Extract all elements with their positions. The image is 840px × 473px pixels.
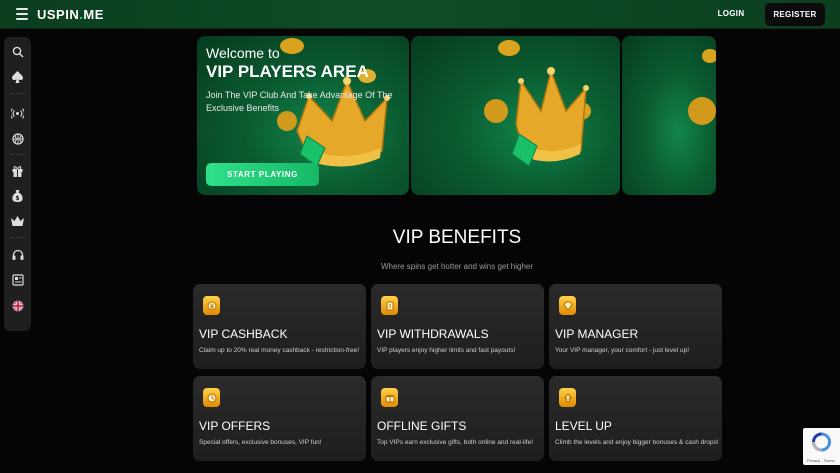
- register-button[interactable]: REGISTER: [765, 3, 825, 26]
- sports-ball-icon[interactable]: [7, 128, 28, 149]
- promo-banner-crown: [411, 36, 620, 195]
- spade-icon[interactable]: [7, 66, 28, 87]
- benefit-title: VIP CASHBACK: [199, 327, 288, 341]
- benefit-card-level-up[interactable]: LEVEL UP Climb the levels and enjoy bigg…: [549, 376, 722, 461]
- coin-illustration: [688, 49, 716, 125]
- live-broadcast-icon[interactable]: [7, 103, 28, 124]
- gift-icon[interactable]: [7, 160, 28, 181]
- sidebar-divider: [10, 93, 25, 94]
- benefit-description: Your VIP manager, your comfort - just le…: [555, 347, 690, 354]
- svg-text:$: $: [209, 303, 213, 310]
- diamond-icon: [559, 296, 576, 315]
- benefit-card-manager[interactable]: VIP MANAGER Your VIP manager, your comfo…: [549, 284, 722, 369]
- banner-title: VIP PLAYERS AREA: [206, 62, 369, 81]
- benefit-title: VIP OFFERS: [199, 419, 271, 433]
- benefit-card-gifts[interactable]: OFFLINE GIFTS Top VIPs earn exclusive gi…: [371, 376, 544, 461]
- section-title: VIP BENEFITS: [392, 227, 522, 248]
- benefit-description: Top VIPs earn exclusive gifts, both onli…: [377, 439, 534, 446]
- news-icon[interactable]: [7, 269, 28, 290]
- search-icon[interactable]: [7, 41, 28, 62]
- benefit-description: Climb the levels and enjoy bigger bonuse…: [555, 439, 719, 446]
- recaptcha-badge[interactable]: Privacy - Terms: [803, 428, 840, 465]
- benefit-card-offers[interactable]: VIP OFFERS Special offers, exclusive bon…: [193, 376, 366, 461]
- benefit-title: VIP MANAGER: [555, 327, 639, 341]
- promo-banner-partial: [622, 36, 716, 195]
- banner-welcome: Welcome to: [206, 45, 280, 61]
- start-playing-button[interactable]: START PLAYING: [206, 163, 319, 186]
- gift-box-icon: [381, 388, 398, 407]
- offer-clock-icon: [203, 388, 220, 407]
- login-button[interactable]: LOGIN: [712, 6, 750, 22]
- withdrawal-icon: [381, 296, 398, 315]
- cashback-coin-icon: $: [203, 296, 220, 315]
- recaptcha-icon: [812, 432, 831, 452]
- benefit-card-withdrawals[interactable]: VIP WITHDRAWALS VIP players enjoy higher…: [371, 284, 544, 369]
- hamburger-menu-icon[interactable]: [16, 8, 28, 21]
- benefit-description: Special offers, exclusive bonuses, VIP f…: [199, 439, 322, 446]
- crown-illustration: [484, 40, 591, 167]
- section-subtitle: Where spins get hotter and wins get high…: [380, 262, 534, 271]
- benefit-title: LEVEL UP: [555, 419, 612, 433]
- site-logo[interactable]: USPIN.ME: [37, 7, 104, 22]
- benefit-title: OFFLINE GIFTS: [377, 419, 467, 433]
- top-header: USPIN.ME LOGIN REGISTER: [0, 0, 840, 29]
- benefit-title: VIP WITHDRAWALS: [377, 327, 489, 341]
- uk-flag-icon[interactable]: [7, 295, 28, 316]
- sidebar-divider: [10, 154, 25, 155]
- level-up-icon: [559, 388, 576, 407]
- benefit-description: Claim up to 20% real money cashback - re…: [199, 347, 360, 354]
- benefit-card-cashback[interactable]: $ VIP CASHBACK Claim up to 20% real mone…: [193, 284, 366, 369]
- recaptcha-terms[interactable]: Privacy - Terms: [807, 458, 834, 463]
- banner-description: Join The VIP Club And Take Advantage Of …: [206, 90, 393, 113]
- sidebar: $: [4, 37, 31, 331]
- svg-text:$: $: [15, 195, 19, 202]
- money-bag-icon[interactable]: $: [7, 185, 28, 206]
- benefit-description: VIP players enjoy higher limits and fast…: [377, 347, 516, 354]
